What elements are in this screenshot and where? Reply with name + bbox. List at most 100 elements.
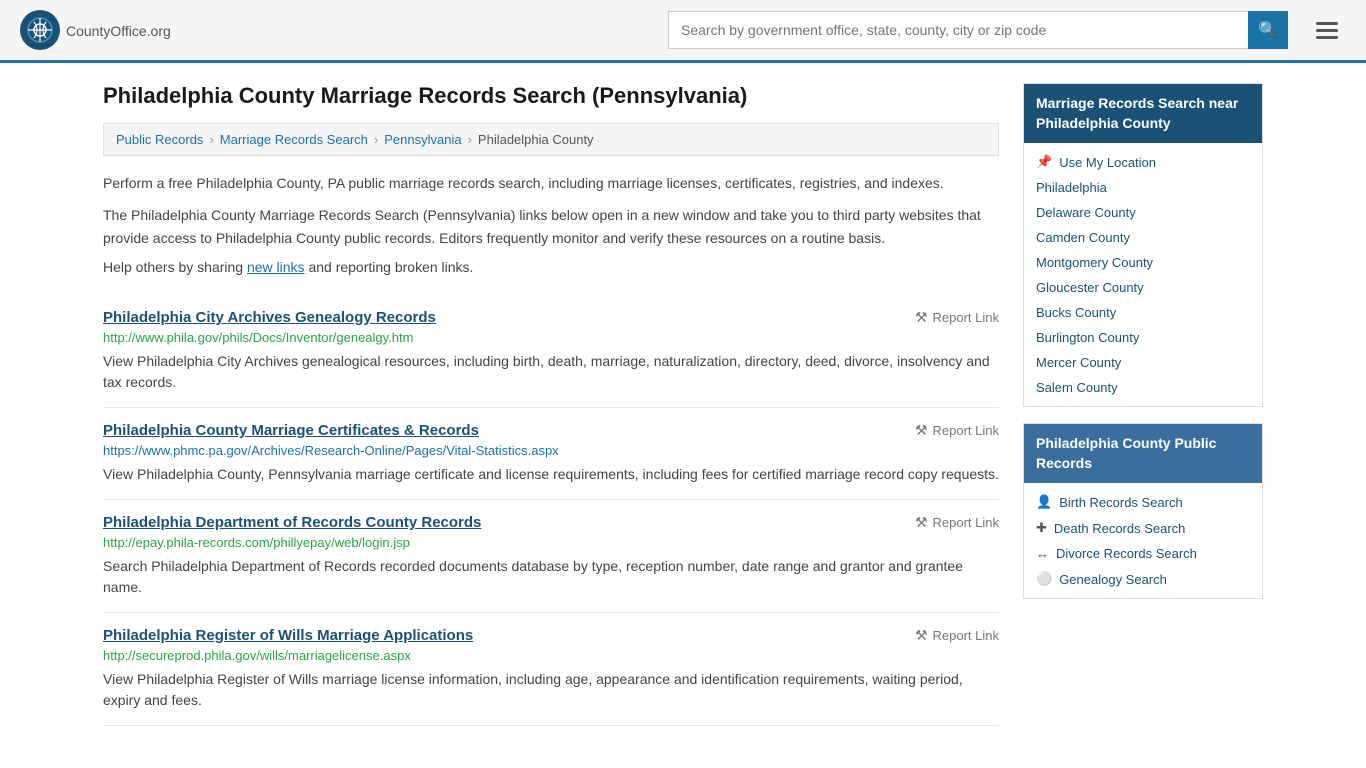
- record-url-0[interactable]: http://www.phila.gov/phils/Docs/Inventor…: [103, 330, 999, 345]
- record-title-0[interactable]: Philadelphia City Archives Genealogy Rec…: [103, 309, 436, 326]
- sidebar-link-mercer-county[interactable]: Mercer County: [1036, 355, 1121, 370]
- record-title-3[interactable]: Philadelphia Register of Wills Marriage …: [103, 627, 473, 644]
- sidebar-item-birth-records[interactable]: 👤 Birth Records Search: [1024, 489, 1262, 515]
- sidebar-item-delaware-county[interactable]: Delaware County: [1024, 200, 1262, 225]
- sidebar-link-bucks-county[interactable]: Bucks County: [1036, 305, 1116, 320]
- person-icon: 👤: [1036, 494, 1052, 510]
- sidebar-item-divorce-records[interactable]: ↔ Divorce Records Search: [1024, 541, 1262, 566]
- sidebar-item-genealogy-search[interactable]: ⚪ Genealogy Search: [1024, 566, 1262, 592]
- sidebar-item-mercer-county[interactable]: Mercer County: [1024, 350, 1262, 375]
- sidebar-item-burlington-county[interactable]: Burlington County: [1024, 325, 1262, 350]
- page-title: Philadelphia County Marriage Records Sea…: [103, 83, 999, 109]
- menu-icon-line1: [1316, 22, 1338, 25]
- sidebar-public-records-list: 👤 Birth Records Search ✚ Death Records S…: [1024, 483, 1262, 598]
- report-link-1[interactable]: ⚒ Report Link: [915, 422, 999, 439]
- record-header-1: Philadelphia County Marriage Certificate…: [103, 422, 999, 439]
- search-icon: 🔍: [1258, 20, 1278, 40]
- sidebar-item-montgomery-county[interactable]: Montgomery County: [1024, 250, 1262, 275]
- sidebar-link-birth-records[interactable]: Birth Records Search: [1059, 495, 1183, 510]
- sidebar-item-bucks-county[interactable]: Bucks County: [1024, 300, 1262, 325]
- sidebar-link-delaware-county[interactable]: Delaware County: [1036, 205, 1136, 220]
- location-icon: 📌: [1036, 154, 1052, 170]
- breadcrumb-current: Philadelphia County: [478, 132, 594, 147]
- sidebar-item-gloucester-county[interactable]: Gloucester County: [1024, 275, 1262, 300]
- record-url-1[interactable]: https://www.phmc.pa.gov/Archives/Researc…: [103, 443, 999, 458]
- sidebar-item-philadelphia[interactable]: Philadelphia: [1024, 175, 1262, 200]
- sidebar-link-philadelphia[interactable]: Philadelphia: [1036, 180, 1107, 195]
- record-title-1[interactable]: Philadelphia County Marriage Certificate…: [103, 422, 479, 439]
- sidebar-link-divorce-records[interactable]: Divorce Records Search: [1056, 546, 1197, 561]
- content-area: Philadelphia County Marriage Records Sea…: [103, 83, 999, 726]
- sidebar-item-use-my-location[interactable]: 📌 Use My Location: [1024, 149, 1262, 175]
- record-url-2[interactable]: http://epay.phila-records.com/phillyepay…: [103, 535, 999, 550]
- report-link-0[interactable]: ⚒ Report Link: [915, 309, 999, 326]
- help-suffix: and reporting broken links.: [305, 259, 474, 275]
- help-prefix: Help others by sharing: [103, 259, 247, 275]
- report-icon-0: ⚒: [915, 309, 928, 326]
- search-bar: 🔍: [668, 11, 1288, 49]
- report-icon-1: ⚒: [915, 422, 928, 439]
- sidebar-link-genealogy-search[interactable]: Genealogy Search: [1059, 572, 1167, 587]
- report-label-0: Report Link: [933, 310, 999, 325]
- record-title-2[interactable]: Philadelphia Department of Records Count…: [103, 514, 481, 531]
- sidebar-link-camden-county[interactable]: Camden County: [1036, 230, 1130, 245]
- search-input[interactable]: [668, 11, 1248, 49]
- record-header-3: Philadelphia Register of Wills Marriage …: [103, 627, 999, 644]
- logo-link[interactable]: CountyOffice.org: [20, 10, 171, 50]
- record-item-1: Philadelphia County Marriage Certificate…: [103, 408, 999, 500]
- sidebar-nearby-section: Marriage Records Search near Philadelphi…: [1023, 83, 1263, 407]
- record-item-0: Philadelphia City Archives Genealogy Rec…: [103, 295, 999, 408]
- menu-button[interactable]: [1308, 18, 1346, 43]
- sidebar-item-salem-county[interactable]: Salem County: [1024, 375, 1262, 400]
- report-icon-3: ⚒: [915, 627, 928, 644]
- sidebar-public-records-header: Philadelphia County Public Records: [1024, 424, 1262, 483]
- sidebar-link-use-my-location[interactable]: Use My Location: [1059, 155, 1156, 170]
- question-icon: ⚪: [1036, 571, 1052, 587]
- report-link-2[interactable]: ⚒ Report Link: [915, 514, 999, 531]
- report-label-2: Report Link: [933, 515, 999, 530]
- report-label-1: Report Link: [933, 423, 999, 438]
- report-link-3[interactable]: ⚒ Report Link: [915, 627, 999, 644]
- arrows-icon: ↔: [1036, 546, 1049, 561]
- sidebar-link-salem-county[interactable]: Salem County: [1036, 380, 1118, 395]
- record-header-0: Philadelphia City Archives Genealogy Rec…: [103, 309, 999, 326]
- new-links-link[interactable]: new links: [247, 259, 305, 275]
- sidebar-link-montgomery-county[interactable]: Montgomery County: [1036, 255, 1153, 270]
- help-text: Help others by sharing new links and rep…: [103, 259, 999, 275]
- breadcrumb-sep1: ›: [209, 132, 213, 147]
- description-1: Perform a free Philadelphia County, PA p…: [103, 172, 999, 194]
- record-desc-1: View Philadelphia County, Pennsylvania m…: [103, 464, 999, 485]
- record-url-3[interactable]: http://secureprod.phila.gov/wills/marria…: [103, 648, 999, 663]
- report-icon-2: ⚒: [915, 514, 928, 531]
- sidebar-nearby-header: Marriage Records Search near Philadelphi…: [1024, 84, 1262, 143]
- record-desc-2: Search Philadelphia Department of Record…: [103, 556, 999, 598]
- sidebar-link-gloucester-county[interactable]: Gloucester County: [1036, 280, 1144, 295]
- record-desc-3: View Philadelphia Register of Wills marr…: [103, 669, 999, 711]
- description-2: The Philadelphia County Marriage Records…: [103, 204, 999, 249]
- sidebar-item-camden-county[interactable]: Camden County: [1024, 225, 1262, 250]
- sidebar: Marriage Records Search near Philadelphi…: [1023, 83, 1263, 726]
- search-button[interactable]: 🔍: [1248, 11, 1288, 49]
- record-desc-0: View Philadelphia City Archives genealog…: [103, 351, 999, 393]
- logo-suffix: .org: [147, 23, 171, 39]
- record-item-2: Philadelphia Department of Records Count…: [103, 500, 999, 613]
- breadcrumb: Public Records › Marriage Records Search…: [103, 123, 999, 156]
- cross-icon: ✚: [1036, 520, 1047, 536]
- breadcrumb-sep2: ›: [374, 132, 378, 147]
- breadcrumb-public-records[interactable]: Public Records: [116, 132, 203, 147]
- main-container: Philadelphia County Marriage Records Sea…: [83, 63, 1283, 726]
- breadcrumb-marriage-records[interactable]: Marriage Records Search: [220, 132, 368, 147]
- logo-icon: [20, 10, 60, 50]
- sidebar-nearby-list: 📌 Use My Location Philadelphia Delaware …: [1024, 143, 1262, 406]
- sidebar-link-death-records[interactable]: Death Records Search: [1054, 521, 1186, 536]
- breadcrumb-pennsylvania[interactable]: Pennsylvania: [384, 132, 461, 147]
- sidebar-link-burlington-county[interactable]: Burlington County: [1036, 330, 1139, 345]
- logo-text: CountyOffice.org: [66, 20, 171, 41]
- report-label-3: Report Link: [933, 628, 999, 643]
- menu-icon-line2: [1316, 29, 1338, 32]
- record-header-2: Philadelphia Department of Records Count…: [103, 514, 999, 531]
- menu-icon-line3: [1316, 36, 1338, 39]
- breadcrumb-sep3: ›: [468, 132, 472, 147]
- record-item-3: Philadelphia Register of Wills Marriage …: [103, 613, 999, 726]
- sidebar-item-death-records[interactable]: ✚ Death Records Search: [1024, 515, 1262, 541]
